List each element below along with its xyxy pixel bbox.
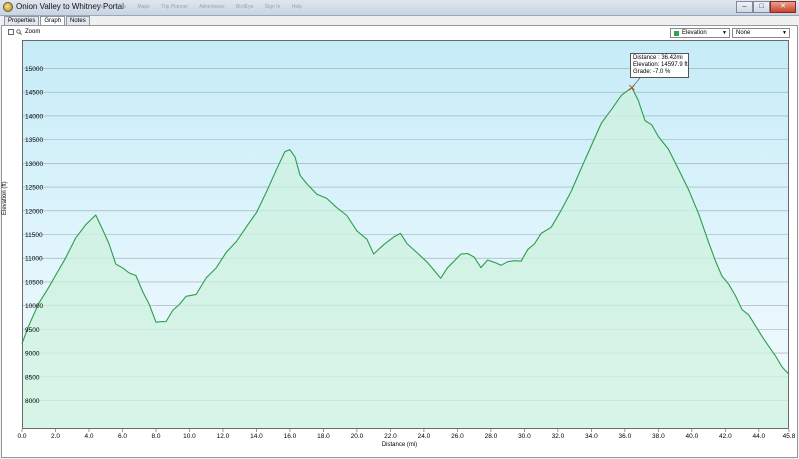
x-axis-ticks: 0.0 2.0 4.0 6.0 8.0 10.0 12.0 14.0 16.0 18.0 20.0 2… [17,429,796,440]
x-tick-label: 24.0 [418,433,431,440]
x-tick-label: 42.0 [719,433,732,440]
tooltip-grade: Grade: -7.0 % [633,69,671,75]
x-tick-label: 34.0 [585,433,598,440]
x-tick-label: 20.0 [351,433,364,440]
x-axis-title: Distance (mi) [381,442,418,448]
x-tick-label: 2.0 [51,433,60,440]
tooltip-elevation: Elevation: 14597.9 ft [633,62,688,68]
data-tooltip: Distance : 36.42mi Elevation: 14597.9 ft… [630,53,689,78]
x-tick-label: 38.0 [652,433,665,440]
tooltip-distance: Distance : 36.42mi [633,55,683,61]
x-tick-label: 28.0 [485,433,498,440]
x-tick-label: 22.0 [384,433,397,440]
y-axis-title: Elevation (ft) [2,181,8,215]
x-tick-label: 18.0 [317,433,330,440]
plot-frame [22,40,789,429]
x-tick-label: 26.0 [451,433,464,440]
x-tick-label: 32.0 [552,433,565,440]
x-tick-label: 14.0 [250,433,263,440]
x-tick-label: 36.0 [619,433,632,440]
x-tick-label: 10.0 [183,433,196,440]
x-tick-label: 0.0 [17,433,26,440]
x-tick-label: 30.0 [518,433,531,440]
x-tick-label: 44.0 [753,433,766,440]
x-tick-label: 4.0 [84,433,93,440]
x-tick-label: 16.0 [284,433,297,440]
x-tick-label: 45.8 [783,433,796,440]
x-tick-label: 12.0 [217,433,230,440]
x-tick-label: 40.0 [686,433,699,440]
x-tick-label: 8.0 [151,433,160,440]
x-tick-label: 6.0 [118,433,127,440]
